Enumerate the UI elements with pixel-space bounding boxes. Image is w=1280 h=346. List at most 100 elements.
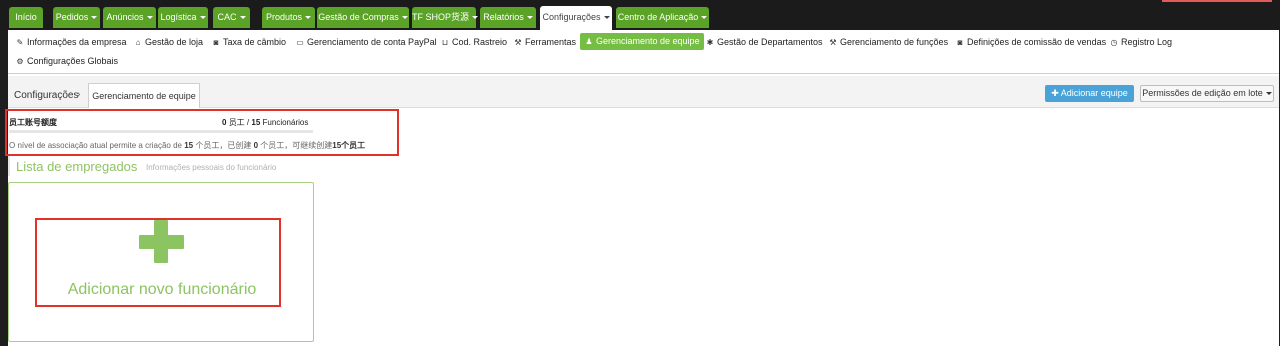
tab-label: Início — [15, 12, 37, 22]
card-icon: ▭ — [296, 38, 304, 47]
subnav-item-label: Registro Log — [1121, 37, 1173, 47]
tab-label: Logística — [160, 12, 197, 22]
breadcrumb-current-tab[interactable]: Gerenciamento de equipe — [88, 83, 200, 108]
plus-icon: ✚ — [1051, 88, 1059, 98]
section-divider — [8, 156, 10, 176]
caret-down-icon — [401, 15, 408, 19]
camera-icon: ◙ — [213, 38, 219, 47]
user-icon: ♟ — [585, 37, 593, 46]
tab-label: Anúncios — [106, 12, 144, 22]
batch-permissions-dropdown[interactable]: Permissões de edição em lote — [1140, 85, 1274, 102]
employee-list-title: Lista de empregados — [16, 159, 138, 174]
caret-down-icon — [526, 15, 533, 19]
breadcrumb-bar: Configurações › Gerenciamento de equipe … — [8, 76, 1279, 108]
tab-inicio[interactable]: Início — [9, 7, 43, 28]
caret-down-icon — [146, 15, 153, 19]
quota-note-prefix: O nível de associação atual permite a cr… — [9, 141, 182, 150]
top-accent-line — [1162, 0, 1272, 2]
tab-anuncios[interactable]: Anúncios — [103, 7, 156, 28]
quota-note: O nível de associação atual permite a cr… — [9, 140, 365, 151]
subnav-item-configuracoes-globais[interactable]: ⚙ Configurações Globais — [15, 53, 118, 69]
subnav-item-label: Taxa de câmbio — [223, 37, 287, 47]
quota-value: 0 员工 / 15 Funcionários — [222, 117, 308, 128]
tab-cac[interactable]: CAC — [213, 7, 250, 28]
caret-down-icon — [472, 15, 479, 19]
quota-note-created: 0 — [253, 141, 259, 150]
subnav-item-label: Definições de comissão de vendas — [967, 37, 1107, 47]
subnav-item-label: Gestão de loja — [145, 37, 204, 47]
caret-down-icon — [239, 15, 246, 19]
tab-label: Centro de Aplicação — [617, 12, 699, 22]
caret-down-icon — [1265, 91, 1272, 95]
subnav-item-registro-log[interactable]: ◷ Registro Log — [1109, 34, 1173, 50]
quota-used: 0 — [222, 118, 227, 127]
tab-label: Gestão de Compras — [318, 12, 399, 22]
quota-total-label: Funcionários — [262, 118, 309, 127]
caret-down-icon — [199, 15, 206, 19]
tab-label: Produtos — [265, 12, 303, 22]
tab-relatorios[interactable]: Relatórios — [480, 7, 536, 28]
subnav-item-label: Ferramentas — [525, 37, 577, 47]
quota-note-limit: 15 — [184, 141, 194, 150]
subnav-item-label: Informações da empresa — [27, 37, 127, 47]
main-content: ✎ Informações da empresa ⌂ Gestão de loja ◙ T… — [5, 30, 1279, 346]
quota-note-remaining: 15个员工 — [332, 141, 366, 150]
add-team-button[interactable]: ✚ Adicionar equipe — [1045, 85, 1134, 102]
quota-separator: / — [246, 118, 250, 127]
caret-down-icon — [305, 15, 312, 19]
batch-permissions-label: Permissões de edição em lote — [1142, 88, 1263, 98]
quota-note-mid1: 个员工，已创建 — [195, 141, 252, 150]
breadcrumb-separator: › — [77, 89, 81, 100]
gear-icon: ⚙ — [16, 57, 24, 66]
edit-icon: ✎ — [16, 38, 24, 47]
employee-list-subtitle: Informações pessoais do funcionário — [146, 163, 277, 172]
tab-pedidos[interactable]: Pedidos — [53, 7, 100, 28]
subnav-item-gestao-de-departamentos[interactable]: ✱ Gestão de Departamentos — [705, 34, 823, 50]
subnav-item-informacoes-da-empresa[interactable]: ✎ Informações da empresa — [15, 34, 127, 50]
subnav-item-label: Gestão de Departamentos — [717, 37, 823, 47]
tab-label: TF SHOP货源 — [412, 12, 470, 22]
quota-title: 员工账号额度 — [9, 118, 57, 127]
subnav-item-taxa-de-cambio[interactable]: ◙ Taxa de câmbio — [211, 34, 286, 50]
asterisk-icon: ✱ — [706, 38, 714, 47]
subnav-item-definicoes-de-comissao-de-vendas[interactable]: ◙ Definições de comissão de vendas — [955, 34, 1107, 50]
tab-gestao-de-compras[interactable]: Gestão de Compras — [317, 7, 409, 28]
inbox-icon: ⊔ — [441, 38, 449, 47]
add-employee-card[interactable]: Adicionar novo funcionário — [8, 182, 314, 342]
subnav-item-gerenciamento-de-equipe[interactable]: ♟ Gerenciamento de equipe — [580, 33, 704, 50]
quota-total: 15 — [251, 118, 261, 127]
caret-down-icon — [701, 15, 708, 19]
clock-icon: ◷ — [1110, 38, 1118, 47]
subnav-item-gerenciamento-de-conta-paypal[interactable]: ▭ Gerenciamento de conta PayPal — [295, 34, 437, 50]
tab-centro-de-aplicacao[interactable]: Centro de Aplicação — [616, 7, 709, 28]
caret-down-icon — [603, 15, 610, 19]
subnav-item-label: Gerenciamento de funções — [840, 37, 949, 47]
tab-produtos[interactable]: Produtos — [262, 7, 315, 28]
subnav-item-ferramentas[interactable]: ⚒ Ferramentas — [513, 34, 576, 50]
home-icon: ⌂ — [135, 38, 141, 47]
tab-label: CAC — [217, 12, 237, 22]
tab-logistica[interactable]: Logística — [158, 7, 208, 28]
quota-note-mid2: 个员工，可继续创建 — [260, 141, 333, 150]
add-team-label: Adicionar equipe — [1060, 88, 1128, 98]
subnav-item-cod-rastreio[interactable]: ⊔ Cod. Rastreio — [440, 34, 507, 50]
tab-tf-shop[interactable]: TF SHOP货源 — [412, 7, 479, 28]
breadcrumb-root[interactable]: Configurações — [14, 90, 78, 101]
subnav-item-label: Gerenciamento de equipe — [596, 36, 700, 46]
subnav-item-label: Cod. Rastreio — [452, 37, 508, 47]
quota-progress-bar — [9, 130, 313, 133]
subnav-item-gestao-de-loja[interactable]: ⌂ Gestão de loja — [133, 34, 203, 50]
camera-icon: ◙ — [957, 38, 963, 47]
caret-down-icon — [91, 15, 98, 19]
subnav-item-gerenciamento-de-funcoes[interactable]: ⚒ Gerenciamento de funções — [828, 34, 948, 50]
tab-configuracoes[interactable]: Configurações — [540, 6, 612, 30]
subnav-item-label: Configurações Globais — [27, 56, 119, 66]
wrench-icon: ⚒ — [514, 38, 522, 47]
quota-unit: 员工 — [228, 118, 245, 127]
settings-subnav: ✎ Informações da empresa ⌂ Gestão de loja ◙ T… — [8, 30, 1279, 74]
wrench-icon: ⚒ — [829, 38, 837, 47]
tab-label: Relatórios — [483, 12, 524, 22]
tab-label: Pedidos — [55, 12, 89, 22]
subnav-item-label: Gerenciamento de conta PayPal — [307, 37, 437, 47]
top-navigation: Início Pedidos Anúncios Logística CAC Produto… — [0, 0, 1280, 30]
